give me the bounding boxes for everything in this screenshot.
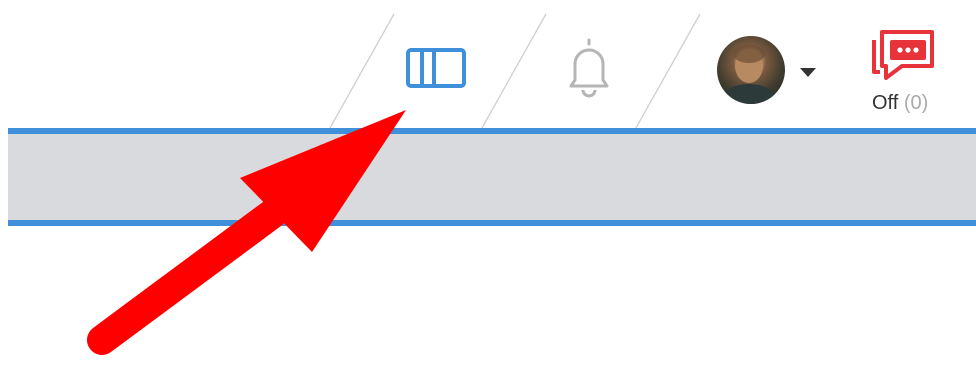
bell-icon <box>569 38 609 98</box>
notifications-button[interactable] <box>556 34 622 100</box>
chat-status-label: Off <box>872 92 899 114</box>
band-bottom-border <box>8 220 976 226</box>
columns-layout-button[interactable] <box>400 40 470 98</box>
chat-status-button[interactable]: Off (0) <box>862 28 952 118</box>
gray-band <box>8 134 976 220</box>
user-menu-button[interactable] <box>712 34 822 108</box>
chat-status-text: Off (0) <box>872 92 928 115</box>
user-avatar <box>717 36 785 104</box>
columns-layout-icon <box>406 48 466 88</box>
chat-bubble-icon <box>872 30 934 80</box>
chat-count: (0) <box>903 92 929 114</box>
caret-down-icon <box>800 68 816 77</box>
top-toolbar: Off (0) <box>0 0 976 129</box>
